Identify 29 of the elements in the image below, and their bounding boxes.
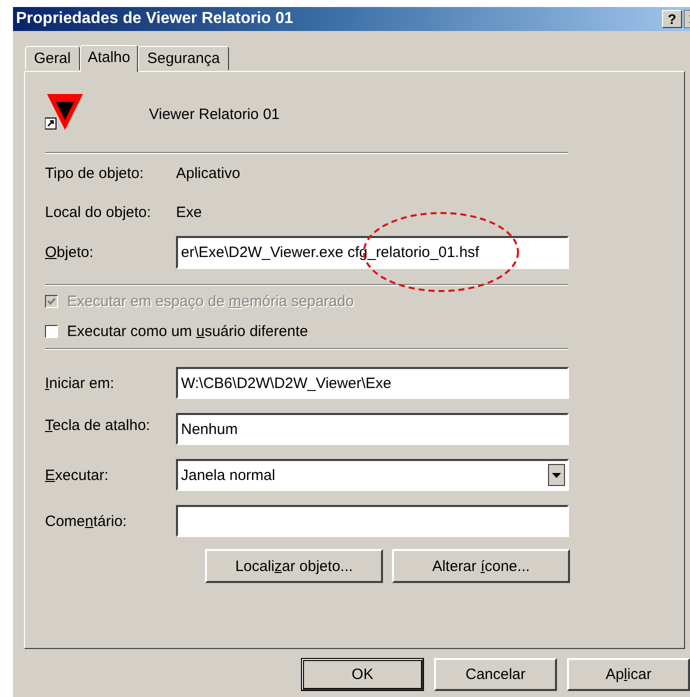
input-field[interactable]: W:\CB6\D2W\D2W_Viewer\Exe <box>176 367 569 399</box>
dialog-button[interactable]: OK <box>301 658 424 691</box>
tab[interactable]: Atalho <box>80 45 138 72</box>
field-label: Tecla de atalho: <box>45 416 152 434</box>
field-value: Aplicativo <box>176 165 240 182</box>
dialog-button[interactable]: Aplicar <box>567 658 690 691</box>
target-field[interactable]: er\Exe\D2W_Viewer.exe cfg_relatorio_01.hsf <box>176 236 569 268</box>
tab[interactable]: Geral <box>25 46 80 70</box>
action-button[interactable]: Localizar objeto... <box>205 549 383 583</box>
checkbox-label: Executar em espaço de memória separado <box>67 292 354 310</box>
checkbox-label: Executar como um usuário diferente <box>67 322 308 340</box>
action-button[interactable]: Alterar ícone... <box>392 549 570 583</box>
field-label: Executar: <box>45 466 110 484</box>
input-field[interactable] <box>176 505 569 537</box>
window-title: Propriedades de Viewer Relatorio 01 <box>16 10 294 28</box>
field-label: Tipo de objeto: <box>45 165 145 182</box>
help-button[interactable]: ? <box>662 10 682 28</box>
shortcut-name: Viewer Relatorio 01 <box>149 106 280 122</box>
field-label: Comentário: <box>45 512 128 530</box>
field-label: Local do objeto: <box>45 204 152 221</box>
tab[interactable]: Segurança <box>138 46 229 70</box>
field-label: Iniciar em: <box>45 374 116 392</box>
dialog-button[interactable]: Cancelar <box>434 658 557 691</box>
field-label: Objeto: <box>45 244 94 260</box>
dropdown[interactable]: Janela normal <box>176 459 569 491</box>
shortcut-icon <box>45 92 85 132</box>
input-field[interactable]: Nenhum <box>176 413 569 445</box>
field-value: Exe <box>176 204 202 221</box>
checkbox[interactable] <box>45 324 58 338</box>
